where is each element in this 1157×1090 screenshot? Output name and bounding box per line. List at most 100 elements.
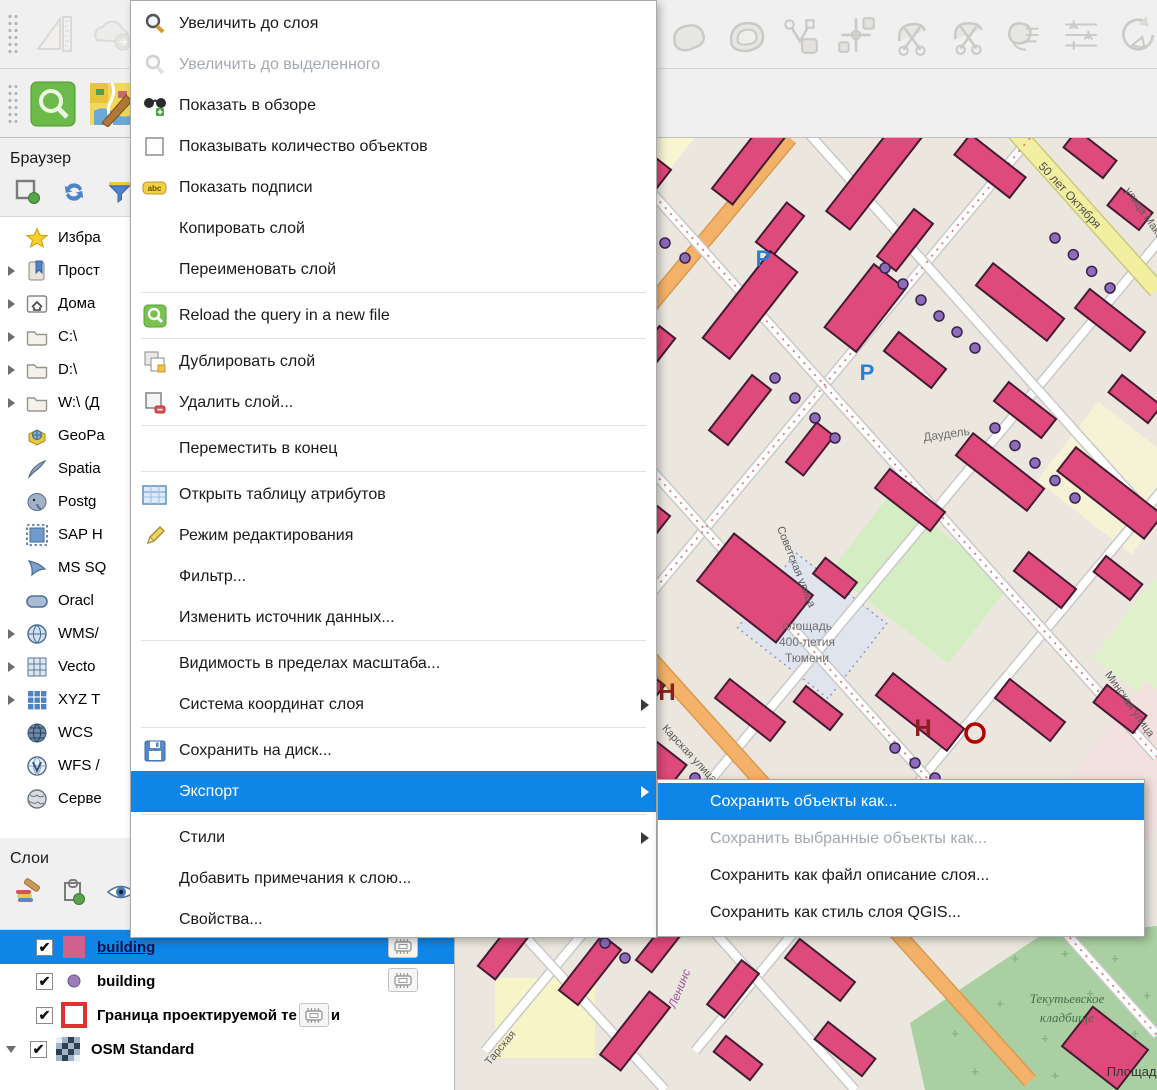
merge-features-icon[interactable] xyxy=(998,9,1050,61)
map-label: Тюмени xyxy=(785,651,829,665)
context-menu-item-6[interactable]: Копировать слой xyxy=(131,208,656,249)
vector-tiles-icon xyxy=(22,656,52,678)
map-edit-icon[interactable] xyxy=(87,80,135,128)
style-manager-icon[interactable] xyxy=(14,878,42,906)
context-menu-item-18[interactable]: Сохранить на диск... xyxy=(131,730,656,771)
context-menu-item-20[interactable]: Стили xyxy=(131,817,656,858)
menu-separator xyxy=(141,640,646,641)
map-label: Текутьевское xyxy=(1030,991,1105,1006)
map-label: P xyxy=(860,360,875,385)
bookmarks-icon xyxy=(22,260,52,282)
align-features-icon[interactable] xyxy=(1054,9,1106,61)
layer-visibility-checkbox[interactable]: ✔ xyxy=(30,1041,47,1058)
context-menu-item-12[interactable]: Открыть таблицу атрибутов xyxy=(131,474,656,515)
digitize-blob-icon[interactable] xyxy=(662,9,714,61)
export-submenu-item-4[interactable]: Сохранить как стиль слоя QGIS... xyxy=(658,894,1144,931)
browser-item-label: Избра xyxy=(58,229,101,246)
split-parts-icon[interactable] xyxy=(942,9,994,61)
browser-item-label: Серве xyxy=(58,790,102,807)
context-menu-item-1[interactable]: Увеличить до слоя xyxy=(131,3,656,44)
vertex-tool-icon[interactable] xyxy=(774,9,826,61)
export-submenu-item-1[interactable]: Сохранить объекты как... xyxy=(658,783,1144,820)
menu-separator xyxy=(141,425,646,426)
context-menu-item-9[interactable]: Дублировать слой xyxy=(131,341,656,382)
context-menu-item-8[interactable]: Reload the query in a new file xyxy=(131,295,656,336)
ruler-icon[interactable] xyxy=(29,10,77,58)
browser-item-label: Oracl xyxy=(58,592,94,609)
menu-item-label: Увеличить до выделенного xyxy=(179,56,634,74)
layer-visibility-checkbox[interactable]: ✔ xyxy=(36,973,53,990)
split-features-icon[interactable] xyxy=(886,9,938,61)
layer-visibility-checkbox[interactable]: ✔ xyxy=(36,939,53,956)
context-menu-item-15[interactable]: Изменить источник данных... xyxy=(131,597,656,638)
expand-arrow-icon[interactable] xyxy=(0,365,22,375)
svg-text:+: + xyxy=(1111,951,1119,966)
memory-layer-indicator-icon[interactable] xyxy=(299,1003,329,1027)
wcs-icon xyxy=(22,722,52,744)
browser-item-label: W:\ (Д xyxy=(58,394,100,411)
expand-arrow-icon[interactable] xyxy=(0,266,22,276)
context-menu-item-13[interactable]: Режим редактирования xyxy=(131,515,656,556)
context-menu-item-3[interactable]: Показать в обзоре xyxy=(131,85,656,126)
digitize-ring-icon[interactable] xyxy=(718,9,770,61)
context-menu-item-5[interactable]: abcПоказать подписи xyxy=(131,167,656,208)
menu-item-label: Фильтр... xyxy=(179,568,634,586)
expand-arrow-icon[interactable] xyxy=(0,629,22,639)
layer-visibility-checkbox[interactable]: ✔ xyxy=(36,1007,53,1024)
zoom-tool-icon[interactable] xyxy=(29,80,77,128)
menu-item-label: Экспорт xyxy=(179,783,634,801)
context-menu-item-19[interactable]: Экспорт xyxy=(131,771,656,812)
add-group-icon[interactable] xyxy=(60,878,88,906)
browser-item-label: Прост xyxy=(58,262,100,279)
expand-arrow-icon[interactable] xyxy=(0,662,22,672)
menu-item-label: Сохранить выбранные объекты как... xyxy=(710,830,1122,848)
context-menu-item-11[interactable]: Переместить в конец xyxy=(131,428,656,469)
context-menu-item-16[interactable]: Видимость в пределах масштаба... xyxy=(131,643,656,684)
layer-row-4[interactable]: ✔OSM Standard xyxy=(0,1032,454,1066)
wms-icon xyxy=(22,623,52,645)
remove-layer-icon xyxy=(131,391,179,415)
add-layer-icon[interactable] xyxy=(14,178,42,206)
menu-item-label: Сохранить как файл описание слоя... xyxy=(710,867,1122,885)
expand-arrow-icon[interactable] xyxy=(0,695,22,705)
submenu-arrow-icon xyxy=(634,832,656,844)
context-menu-item-14[interactable]: Фильтр... xyxy=(131,556,656,597)
layer-row-3[interactable]: ✔Граница проектируемой теи xyxy=(0,998,454,1032)
show-labels-icon: abc xyxy=(131,178,179,198)
show-in-overview-icon xyxy=(131,94,179,118)
arcgis-icon xyxy=(22,788,52,810)
cloud-sync-icon[interactable] xyxy=(87,10,135,58)
folder-icon xyxy=(22,394,52,412)
browser-item-label: XYZ T xyxy=(58,691,100,708)
layer-name-suffix: и xyxy=(331,1007,340,1024)
offset-curve-icon[interactable] xyxy=(830,9,882,61)
svg-text:+: + xyxy=(1061,946,1069,961)
spatialite-icon xyxy=(22,458,52,480)
toolbar-grip[interactable] xyxy=(6,81,18,127)
home-icon xyxy=(22,294,52,314)
context-menu-item-17[interactable]: Система координат слоя xyxy=(131,684,656,725)
oracle-icon xyxy=(22,592,52,610)
expand-arrow-icon[interactable] xyxy=(0,332,22,342)
toolbar-grip[interactable] xyxy=(6,11,18,57)
layer-swatch-raster xyxy=(55,1037,81,1061)
context-menu-item-4[interactable]: Показывать количество объектов xyxy=(131,126,656,167)
export-submenu-item-3[interactable]: Сохранить как файл описание слоя... xyxy=(658,857,1144,894)
svg-text:+: + xyxy=(1051,1068,1059,1083)
context-menu-item-10[interactable]: Удалить слой... xyxy=(131,382,656,423)
context-menu-item-7[interactable]: Переименовать слой xyxy=(131,249,656,290)
memory-layer-indicator-icon[interactable] xyxy=(388,968,418,992)
context-menu-item-22[interactable]: Свойства... xyxy=(131,899,656,940)
rotate-feature-icon[interactable] xyxy=(1110,9,1157,61)
menu-item-label: Переименовать слой xyxy=(179,261,634,279)
context-menu-item-21[interactable]: Добавить примечания к слою... xyxy=(131,858,656,899)
layer-row-2[interactable]: ✔building xyxy=(0,964,454,998)
refresh-icon[interactable] xyxy=(60,178,88,206)
menu-item-label: Добавить примечания к слою... xyxy=(179,870,634,888)
browser-item-label: SAP H xyxy=(58,526,103,543)
layer-swatch-point xyxy=(61,969,87,993)
expand-down-icon[interactable] xyxy=(0,1046,22,1053)
expand-arrow-icon[interactable] xyxy=(0,398,22,408)
submenu-arrow-icon xyxy=(634,699,656,711)
expand-arrow-icon[interactable] xyxy=(0,299,22,309)
